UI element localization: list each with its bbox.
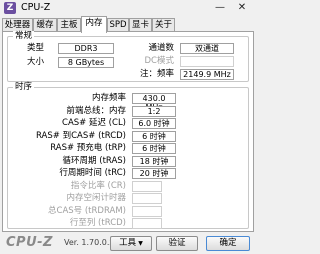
dram-idle-timer-value [132, 193, 162, 204]
command-rate-value [132, 180, 162, 192]
fsb-dram-value: 1:2 [132, 105, 176, 117]
type-value: DDR3 [58, 43, 114, 54]
nb-frequency-value: 2149.9 MHz [180, 69, 234, 80]
dram-frequency-value: 430.0 MHz [132, 93, 176, 112]
channels-value: 双通道 [180, 43, 234, 54]
tras-value: 18 时钟 [132, 155, 176, 167]
dc-mode-label: DC模式 [144, 56, 174, 66]
tab-graphics[interactable]: 显卡 [129, 18, 152, 32]
cpuz-logo-icon: Z [4, 2, 16, 14]
tab-mainboard[interactable]: 主板 [57, 18, 81, 32]
size-label: 大小 [26, 57, 44, 67]
general-group-title: 常规 [13, 31, 35, 41]
total-cas-value [132, 205, 162, 217]
minimize-button[interactable]: — [212, 1, 228, 15]
timings-group: 时序 内存频率 430.0 MHz 前端总线：内存 1:2 CAS# 延迟 (C… [7, 82, 249, 229]
footer-bar: CPU-Z Ver. 1.70.0.x64 工具 ▼ 验证 确定 [0, 232, 257, 254]
channels-label: 通道数 [148, 43, 174, 53]
title-bar: Z CPU-Z — ✕ [0, 0, 257, 16]
tab-bar: 处理器 缓存 主板 内存 SPD 显卡 关于 [2, 16, 255, 33]
tab-cpu[interactable]: 处理器 [2, 18, 33, 32]
tab-about[interactable]: 关于 [152, 18, 175, 32]
ok-button[interactable]: 确定 [206, 236, 250, 251]
command-rate-label: 指令比率 (CR) [70, 180, 126, 191]
tab-spd[interactable]: SPD [107, 18, 129, 32]
trcd-value: 6 时钟 [132, 130, 176, 142]
validate-button[interactable]: 验证 [156, 236, 198, 251]
dc-mode-value [180, 56, 234, 67]
row-to-column-label: 行至列 (tRCD) [69, 218, 126, 228]
trcd-label: RAS# 到CAS# (tRCD) [36, 130, 126, 141]
cas-latency-value: 6.0 时钟 [132, 118, 176, 129]
row-to-column-value [132, 218, 162, 229]
trc-value: 20 时钟 [132, 168, 176, 179]
memory-panel: 常规 类型 DDR3 大小 8 GBytes 通道数 双通道 DC模式 注：频率… [2, 31, 254, 232]
trp-value: 6 时钟 [132, 143, 176, 154]
tools-button[interactable]: 工具 ▼ [110, 236, 152, 251]
nb-frequency-label: 注：频率 [139, 69, 174, 79]
size-value: 8 GBytes [58, 57, 114, 68]
dram-frequency-label: 内存频率 [91, 93, 126, 103]
trp-label: RAS# 预充电 (tRP) [50, 143, 126, 153]
window-title: CPU-Z [21, 2, 51, 13]
tools-button-label: 工具 [119, 238, 137, 248]
cpuz-brand-logo: CPU-Z [6, 235, 53, 250]
chevron-down-icon: ▼ [138, 240, 143, 247]
type-label: 类型 [26, 43, 44, 53]
tras-label: 循环周期 (tRAS) [62, 155, 126, 166]
close-button[interactable]: ✕ [234, 1, 250, 15]
timings-group-title: 时序 [13, 82, 35, 92]
tab-memory[interactable]: 内存 [81, 16, 107, 33]
cas-latency-label: CAS# 延迟 (CL) [62, 118, 126, 128]
dram-idle-timer-label: 内存空闲计时器 [66, 193, 126, 203]
fsb-dram-label: 前端总线：内存 [66, 105, 126, 116]
tab-caches[interactable]: 缓存 [33, 18, 57, 32]
general-group: 常规 类型 DDR3 大小 8 GBytes 通道数 双通道 DC模式 注：频率… [7, 31, 249, 82]
total-cas-label: 总CAS号 (tRDRAM) [48, 205, 126, 216]
trc-label: 行周期时间 (tRC) [59, 168, 126, 178]
